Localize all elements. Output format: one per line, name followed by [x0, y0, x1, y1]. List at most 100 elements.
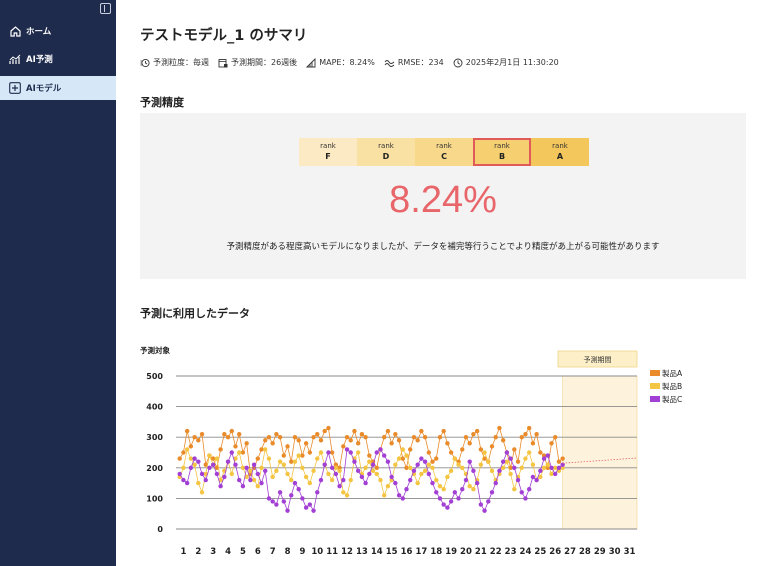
x-tick-label: 22: [490, 547, 502, 557]
x-tick-label: 31: [624, 547, 636, 557]
data-point: [244, 441, 249, 446]
model-meta: 予測粒度：毎週 予測期間：26週後 MAPE：8.24% RMSE：234 20…: [140, 57, 568, 68]
data-point: [404, 453, 409, 458]
data-point: [266, 435, 272, 440]
data-point: [315, 490, 320, 495]
ai-model-icon: [9, 82, 21, 94]
data-point: [240, 483, 246, 489]
data-point: [478, 462, 484, 467]
data-point: [512, 447, 517, 452]
data-point: [318, 450, 324, 455]
data-point: [184, 480, 190, 486]
data-point: [393, 431, 398, 437]
page-title: テストモデル_1 のサマリ: [140, 28, 308, 44]
data-point: [523, 496, 528, 501]
data-point: [419, 471, 424, 477]
x-tick-label: 27: [564, 547, 576, 557]
x-tick-label: 11: [326, 547, 338, 557]
data-point: [337, 468, 342, 474]
legend-swatch: [650, 383, 660, 389]
data-point: [415, 480, 420, 486]
data-point: [177, 456, 182, 461]
data-point: [385, 483, 391, 489]
data-point: [396, 456, 402, 461]
data-point: [393, 480, 398, 486]
data-point: [203, 477, 208, 483]
data-point: [248, 477, 253, 483]
data-point: [474, 428, 480, 434]
data-point: [218, 483, 223, 489]
data-point: [549, 465, 554, 470]
data-point: [285, 508, 290, 513]
data-point: [255, 471, 260, 477]
data-point: [355, 441, 361, 446]
sidebar-item-home[interactable]: ホーム: [0, 19, 116, 43]
data-point: [549, 441, 554, 446]
data-point: [460, 487, 465, 492]
data-point: [523, 456, 528, 461]
data-point: [300, 465, 305, 470]
sidebar-item-ai-forecast[interactable]: AI予測: [0, 47, 116, 71]
x-tick-label: 1: [180, 547, 186, 557]
data-point: [478, 502, 484, 507]
data-point: [352, 459, 357, 464]
data-point: [437, 496, 443, 501]
data-point: [508, 471, 513, 477]
data-point: [214, 456, 220, 461]
legend-label: 製品B: [662, 381, 682, 391]
data-point: [292, 459, 298, 464]
x-tick-label: 29: [594, 547, 606, 557]
x-tick-label: 3: [210, 547, 216, 557]
data-point: [307, 502, 313, 507]
data-point: [463, 435, 469, 440]
data-point: [367, 471, 372, 477]
data-point: [474, 480, 480, 486]
data-point: [467, 459, 472, 464]
data-point: [237, 431, 242, 437]
accuracy-panel: rank F rank D rank C rank B rank A 8.24% 予測精度…: [140, 113, 746, 279]
x-tick-label: 14: [371, 547, 383, 557]
data-point: [344, 493, 350, 498]
rank-scale: rank F rank D rank C rank B rank A: [299, 138, 589, 166]
x-tick-label: 12: [341, 547, 353, 557]
data-point: [486, 459, 491, 464]
mape-meta: MAPE：8.24%: [306, 57, 375, 68]
data-point: [526, 487, 532, 492]
sidebar-item-ai-model[interactable]: AIモデル: [0, 76, 116, 100]
data-point: [363, 465, 368, 470]
y-tick-label: 300: [146, 433, 163, 442]
data-point: [274, 502, 279, 507]
sidebar-item-label: AIモデル: [26, 84, 62, 94]
data-point: [229, 471, 234, 477]
data-point: [422, 459, 428, 464]
data-point: [270, 474, 275, 480]
data-point: [188, 465, 194, 470]
data-point: [281, 453, 287, 458]
data-point: [471, 468, 476, 474]
data-point: [404, 487, 409, 492]
data-point: [196, 480, 201, 486]
x-tick-label: 2: [195, 547, 201, 557]
data-point: [526, 425, 532, 431]
data-point: [430, 465, 435, 470]
data-point: [489, 490, 495, 495]
data-point: [437, 435, 443, 440]
data-point: [408, 477, 413, 483]
data-point: [322, 428, 327, 434]
data-point: [199, 471, 205, 477]
x-tick-label: 4: [225, 547, 231, 557]
data-point: [381, 435, 387, 440]
data-point: [303, 505, 309, 510]
data-point: [400, 447, 405, 452]
bar-chart-icon: [306, 57, 316, 67]
legend-label: 製品C: [662, 394, 682, 404]
data-point: [381, 453, 387, 458]
data-point: [341, 490, 346, 495]
data-point: [448, 499, 454, 504]
chart-svg: 予測対象予測期間01002003004005001 2 3 4 5 6 7 8 9 10 11 12 1…: [140, 345, 683, 557]
data-point: [274, 431, 279, 437]
sidebar-collapse-icon[interactable]: [100, 3, 111, 14]
data-point: [370, 462, 376, 467]
data-point: [374, 465, 379, 470]
data-point: [419, 428, 424, 434]
